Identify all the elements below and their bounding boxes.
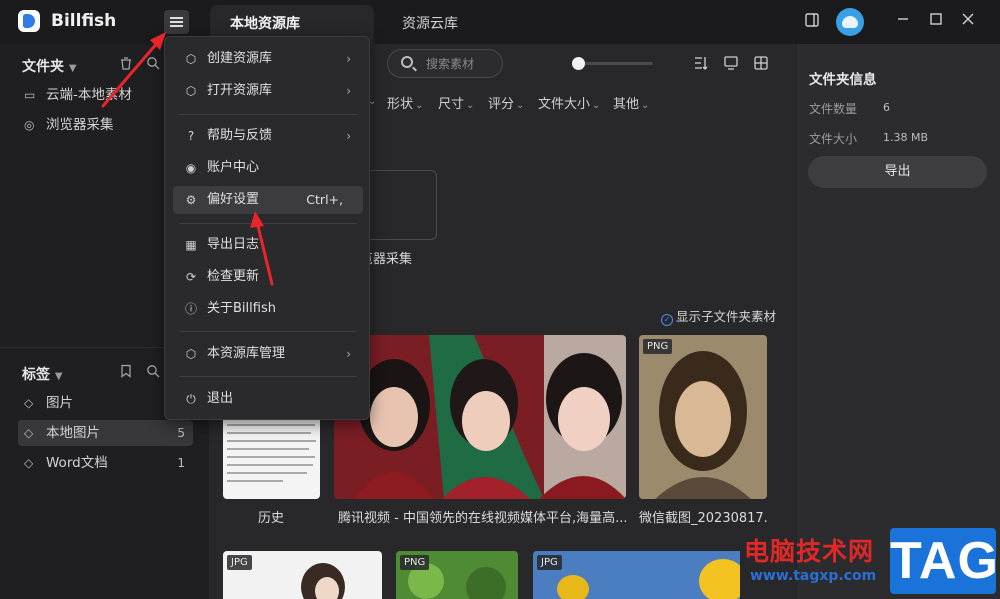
watermark-logo-text: TAG [890,532,999,590]
annotation-arrow-to-menu [101,32,166,108]
watermark-site-name: 电脑技术网 [744,537,875,566]
annotation-arrow-to-preferences [250,211,274,286]
watermark-url: www.tagxp.com [750,568,877,584]
annotation-arrows [101,32,274,286]
watermark-logo-box: TAG [890,528,999,594]
watermark: 电脑技术网 www.tagxp.com TAG [740,528,1000,599]
